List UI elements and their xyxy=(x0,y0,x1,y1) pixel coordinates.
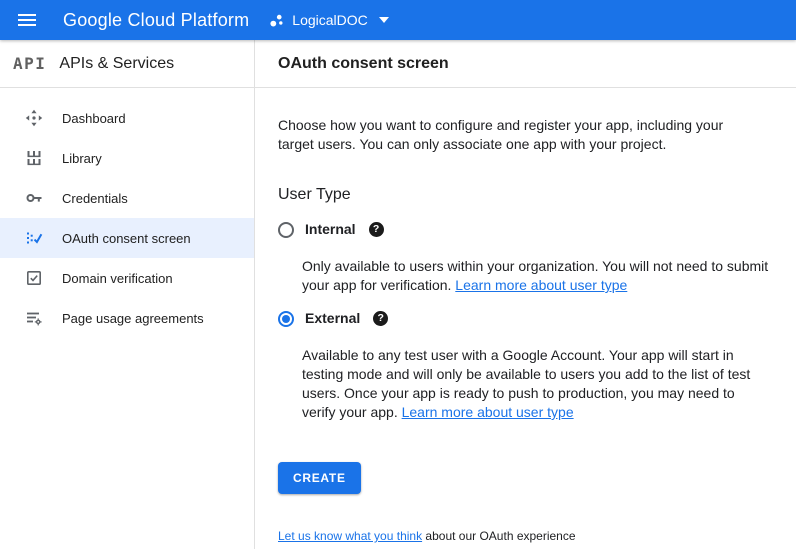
external-description: Available to any test user with a Google… xyxy=(302,346,772,422)
product-logo[interactable]: Google Cloud Platform xyxy=(63,10,249,31)
page-title: OAuth consent screen xyxy=(278,54,449,72)
intro-text: Choose how you want to configure and reg… xyxy=(278,117,724,152)
sidebar-header: API APIs & Services xyxy=(0,40,254,88)
sidebar-section-title: APIs & Services xyxy=(59,54,175,72)
learn-more-link-internal[interactable]: Learn more about user type xyxy=(455,277,627,293)
sidebar: API APIs & Services Dashboard Library Cr… xyxy=(0,40,255,549)
project-icon xyxy=(269,13,284,28)
hamburger-menu-button[interactable] xyxy=(18,8,44,32)
sidebar-item-page-usage-agreements[interactable]: Page usage agreements xyxy=(0,298,254,338)
project-name: LogicalDOC xyxy=(292,12,368,28)
sidebar-item-label: OAuth consent screen xyxy=(62,230,191,246)
sidebar-item-library[interactable]: Library xyxy=(0,138,254,178)
sidebar-item-dashboard[interactable]: Dashboard xyxy=(0,98,254,138)
hamburger-icon xyxy=(18,14,36,26)
help-icon[interactable]: ? xyxy=(368,222,384,237)
sidebar-item-label: Library xyxy=(62,150,102,166)
user-type-option-internal[interactable]: Internal ? xyxy=(278,220,772,239)
sidebar-item-oauth-consent-screen[interactable]: OAuth consent screen xyxy=(0,218,254,258)
app-window: Google Cloud Platform LogicalDOC API API… xyxy=(0,0,796,549)
fact-check-icon xyxy=(25,229,43,247)
body: API APIs & Services Dashboard Library Cr… xyxy=(0,40,796,549)
domain-verification-icon xyxy=(25,269,43,287)
internal-description: Only available to users within your orga… xyxy=(302,257,772,295)
user-type-option-external[interactable]: External ? xyxy=(278,309,772,328)
page-usage-icon xyxy=(25,309,43,327)
radio-external[interactable] xyxy=(278,310,294,327)
main-content: Choose how you want to configure and reg… xyxy=(255,88,796,546)
api-logo: API xyxy=(13,54,47,73)
user-type-heading: User Type xyxy=(278,186,351,203)
radio-internal[interactable] xyxy=(278,221,294,238)
radio-internal-label[interactable]: Internal xyxy=(305,220,356,239)
dashboard-icon xyxy=(25,109,43,127)
feedback-text: about our OAuth experience xyxy=(422,529,576,543)
sidebar-item-label: Page usage agreements xyxy=(62,310,204,326)
main-header: OAuth consent screen xyxy=(255,40,796,88)
radio-external-label[interactable]: External xyxy=(305,309,360,328)
chevron-down-icon xyxy=(378,17,389,23)
sidebar-item-label: Credentials xyxy=(62,190,128,206)
sidebar-item-domain-verification[interactable]: Domain verification xyxy=(0,258,254,298)
main-panel: OAuth consent screen Choose how you want… xyxy=(255,40,796,549)
top-app-bar: Google Cloud Platform LogicalDOC xyxy=(0,0,796,40)
create-button[interactable]: CREATE xyxy=(278,462,361,494)
sidebar-item-label: Dashboard xyxy=(62,110,126,126)
feedback-link[interactable]: Let us know what you think xyxy=(278,529,422,543)
sidebar-nav: Dashboard Library Credentials OAuth cons… xyxy=(0,88,254,338)
key-icon xyxy=(25,189,43,207)
sidebar-item-label: Domain verification xyxy=(62,270,173,286)
project-selector[interactable]: LogicalDOC xyxy=(269,12,389,28)
help-icon[interactable]: ? xyxy=(373,311,389,326)
learn-more-link-external[interactable]: Learn more about user type xyxy=(402,404,574,420)
feedback-note: Let us know what you think about our OAu… xyxy=(278,527,772,546)
library-icon xyxy=(25,149,43,167)
sidebar-item-credentials[interactable]: Credentials xyxy=(0,178,254,218)
